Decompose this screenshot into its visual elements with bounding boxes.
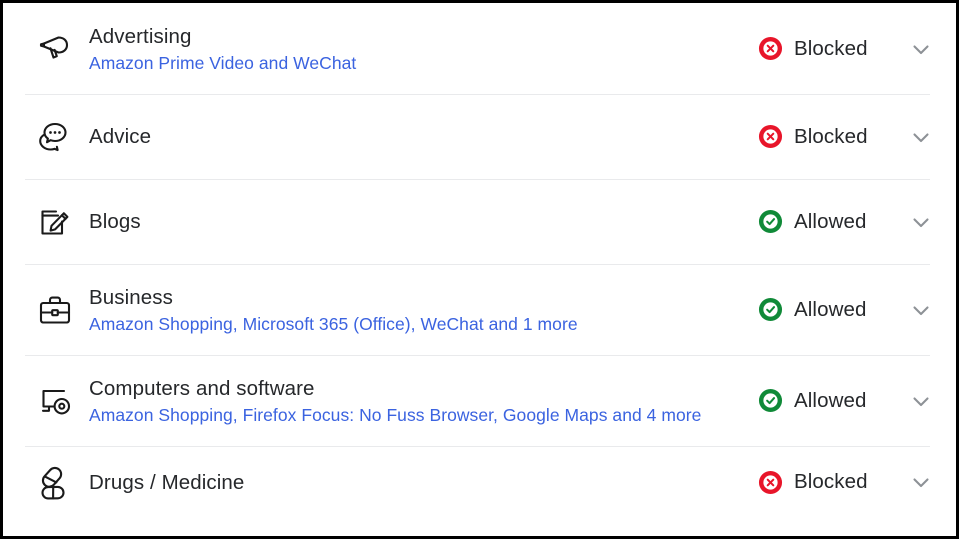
category-row[interactable]: Business Amazon Shopping, Microsoft 365 (… [3, 264, 956, 355]
status-label: Blocked [794, 470, 868, 493]
category-text: Advertising Amazon Prime Video and WeChat [88, 24, 758, 74]
allowed-circle-check-icon [758, 297, 783, 322]
category-row[interactable]: Advice Blocked [3, 94, 956, 179]
speech-bubble-icon [22, 116, 88, 158]
status-control[interactable]: Allowed [758, 209, 938, 235]
status-badge: Allowed [758, 209, 890, 234]
category-row[interactable]: Drugs / Medicine Blocked [3, 446, 956, 518]
chevron-down-icon[interactable] [908, 469, 934, 495]
status-control[interactable]: Allowed [758, 297, 938, 323]
category-title: Blogs [89, 210, 141, 233]
allowed-circle-check-icon [758, 209, 783, 234]
category-text: Blogs [88, 209, 758, 234]
status-label: Blocked [794, 124, 868, 148]
status-control[interactable]: Blocked [758, 124, 938, 150]
chevron-down-icon[interactable] [908, 36, 934, 62]
category-apps-link[interactable]: Amazon Shopping, Firefox Focus: No Fuss … [89, 404, 758, 426]
chevron-down-icon[interactable] [908, 297, 934, 323]
category-title: Business [89, 285, 173, 309]
pencil-square-icon [22, 201, 88, 243]
status-badge: Blocked [758, 470, 890, 495]
category-title: Computers and software [89, 376, 315, 400]
status-label: Allowed [794, 209, 867, 233]
category-list: Advertising Amazon Prime Video and WeChat… [3, 3, 956, 536]
category-text: Drugs / Medicine [88, 470, 758, 495]
category-row[interactable]: Blogs Allowed [3, 179, 956, 264]
status-badge: Blocked [758, 124, 890, 149]
category-row[interactable]: Computers and software Amazon Shopping, F… [3, 355, 956, 446]
category-text: Advice [88, 124, 758, 149]
pills-icon [22, 461, 88, 503]
blocked-circle-x-icon [758, 36, 783, 61]
category-text: Business Amazon Shopping, Microsoft 365 (… [88, 285, 758, 335]
megaphone-icon [22, 28, 88, 70]
status-label: Allowed [794, 388, 867, 412]
chevron-down-icon[interactable] [908, 388, 934, 414]
chevron-down-icon[interactable] [908, 124, 934, 150]
content-filter-screen: Advertising Amazon Prime Video and WeChat… [0, 0, 959, 539]
category-apps-link[interactable]: Amazon Prime Video and WeChat [89, 52, 758, 74]
category-title: Drugs / Medicine [89, 470, 245, 494]
allowed-circle-check-icon [758, 388, 783, 413]
status-control[interactable]: Blocked [758, 36, 938, 62]
category-text: Computers and software Amazon Shopping, F… [88, 376, 758, 426]
blocked-circle-x-icon [758, 470, 783, 495]
status-label: Blocked [794, 36, 868, 60]
status-label: Allowed [794, 297, 867, 321]
chevron-down-icon[interactable] [908, 209, 934, 235]
blocked-circle-x-icon [758, 124, 783, 149]
category-title: Advice [89, 125, 152, 148]
status-control[interactable]: Blocked [758, 469, 938, 495]
monitor-icon [22, 380, 88, 422]
briefcase-icon [22, 289, 88, 331]
category-apps-link[interactable]: Amazon Shopping, Microsoft 365 (Office),… [89, 313, 758, 335]
status-badge: Allowed [758, 297, 890, 322]
category-row[interactable]: Advertising Amazon Prime Video and WeChat… [3, 3, 956, 94]
status-control[interactable]: Allowed [758, 388, 938, 414]
status-badge: Blocked [758, 36, 890, 61]
status-badge: Allowed [758, 388, 890, 413]
category-title: Advertising [89, 24, 192, 48]
